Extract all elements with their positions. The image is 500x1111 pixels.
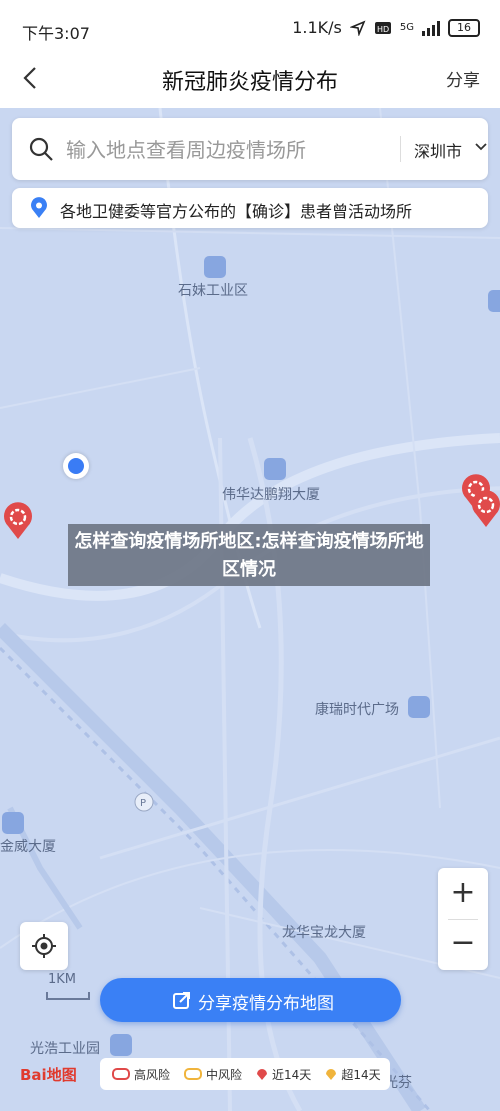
chevron-down-icon[interactable]	[474, 140, 488, 154]
risk-marker-icon[interactable]	[2, 502, 34, 540]
locate-button[interactable]	[20, 922, 68, 970]
legend-high: 高风险	[112, 1066, 170, 1083]
recent-marker-icon	[257, 1069, 268, 1080]
building-icon	[488, 290, 500, 312]
baidu-logo: Bai地图	[20, 1066, 77, 1084]
search-icon	[29, 137, 53, 161]
page-title: 新冠肺炎疫情分布	[161, 70, 338, 95]
poi-label[interactable]: 康瑞时代广场	[315, 699, 399, 719]
map-roads	[0, 107, 500, 1111]
status-time: 下午3:07	[22, 24, 90, 43]
share-icon	[173, 992, 190, 1009]
status-right: 1.1K/s HD 5G 16	[292, 18, 480, 37]
map-canvas[interactable]	[0, 107, 500, 1111]
building-icon	[2, 812, 24, 834]
battery-icon: 16	[448, 18, 480, 37]
legend-over: 超14天	[325, 1066, 381, 1083]
nav-bar: 新冠肺炎疫情分布 分享	[0, 52, 500, 108]
svg-text:P: P	[140, 798, 146, 809]
zoom-in-button[interactable]: +	[438, 868, 488, 918]
crosshair-icon	[32, 934, 56, 958]
legend-recent: 近14天	[256, 1066, 311, 1083]
network-speed: 1.1K/s	[292, 18, 342, 37]
parking-icon: P	[134, 792, 154, 812]
legend-mid-label: 中风险	[206, 1067, 243, 1082]
svg-text:HD: HD	[377, 25, 389, 34]
search-bar: 深圳市	[12, 118, 488, 180]
poi-label[interactable]: 光浩工业园	[30, 1038, 100, 1058]
risk-legend: 高风险 中风险 近14天 超14天	[100, 1058, 390, 1090]
network-type: 5G	[399, 22, 414, 33]
map-scale-bar	[46, 992, 90, 1000]
building-icon	[264, 458, 286, 480]
mid-risk-swatch	[184, 1068, 203, 1080]
legend-high-label: 高风险	[134, 1067, 171, 1082]
poi-label[interactable]: 金威大厦	[0, 836, 56, 856]
share-map-label: 分享疫情分布地图	[198, 994, 334, 1014]
legend-mid: 中风险	[184, 1066, 242, 1083]
share-button[interactable]: 分享	[446, 66, 480, 91]
risk-marker-icon[interactable]	[470, 490, 500, 528]
overlay-title: 怎样查询疫情场所地区:怎样查询疫情场所地区情况	[68, 524, 430, 586]
share-map-button[interactable]: 分享疫情分布地图	[100, 978, 401, 1022]
building-icon	[204, 256, 226, 278]
hd-icon: HD	[374, 21, 391, 34]
building-icon	[110, 1034, 132, 1056]
poi-label[interactable]: 石妹工业区	[178, 280, 248, 300]
legend-recent-label: 近14天	[272, 1067, 312, 1082]
legend-over-label: 超14天	[341, 1067, 381, 1082]
battery-level: 16	[457, 20, 471, 34]
screen: 下午3:07 1.1K/s HD 5G 16 新冠肺炎疫情分布 分享 石妹工业区…	[0, 0, 500, 1111]
high-risk-swatch	[112, 1068, 130, 1080]
search-divider	[400, 136, 401, 162]
status-bar: 下午3:07 1.1K/s HD 5G 16	[0, 0, 500, 52]
map-scale-label: 1KM	[48, 972, 77, 987]
info-banner: 各地卫健委等官方公布的【确诊】患者曾活动场所	[12, 188, 488, 228]
city-selector[interactable]: 深圳市	[414, 138, 462, 162]
poi-label[interactable]: 龙华宝龙大厦	[282, 922, 366, 942]
current-location-dot	[63, 453, 89, 479]
location-arrow-icon	[349, 20, 366, 36]
zoom-controls: + −	[438, 868, 488, 970]
poi-label[interactable]: 伟华达鹏翔大厦	[222, 484, 320, 504]
building-icon	[408, 696, 430, 718]
search-input[interactable]	[64, 132, 388, 168]
over-marker-icon	[326, 1069, 337, 1080]
zoom-out-button[interactable]: −	[438, 920, 488, 970]
info-banner-text: 各地卫健委等官方公布的【确诊】患者曾活动场所	[60, 202, 413, 221]
signal-icon	[422, 20, 440, 36]
location-pin-icon	[31, 197, 47, 218]
